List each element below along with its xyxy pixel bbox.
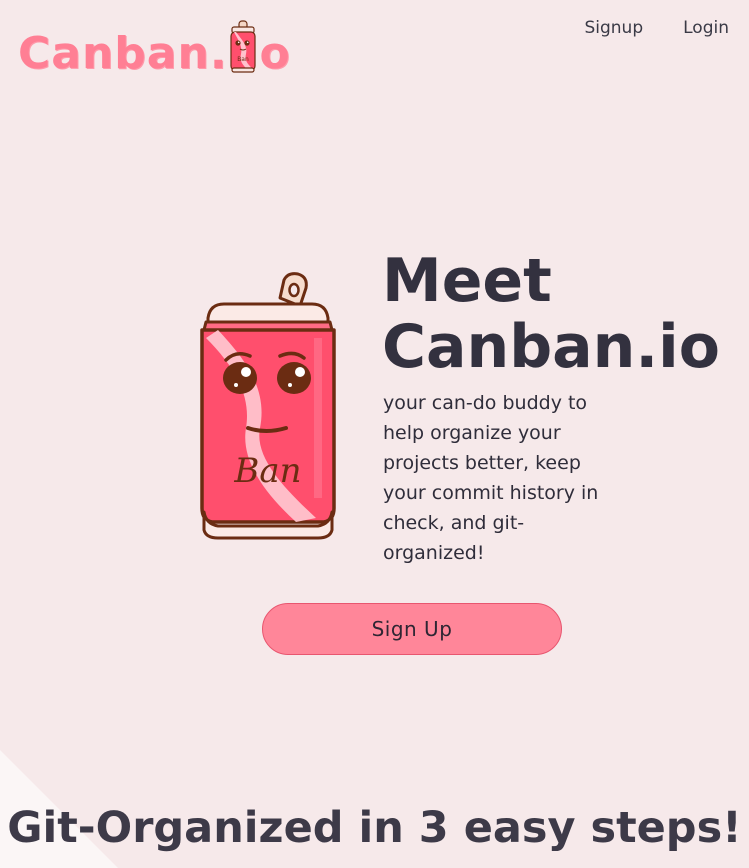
soda-can-logo-icon: Ban bbox=[229, 20, 256, 73]
hero-title-line1: Meet bbox=[382, 246, 552, 316]
nav-login-link[interactable]: Login bbox=[683, 16, 729, 40]
nav-signup-link[interactable]: Signup bbox=[584, 16, 643, 40]
logo-text-o: o bbox=[259, 28, 291, 79]
logo-text-canban: Canban. bbox=[18, 28, 228, 79]
hero-description: your can-do buddy to help organize your … bbox=[383, 392, 599, 564]
site-logo[interactable]: Canban. Ban o bbox=[18, 18, 291, 76]
hero-title: Meet Canban.io bbox=[382, 248, 720, 380]
top-nav: Signup Login bbox=[584, 16, 729, 40]
steps-heading: Git-Organized in 3 easy steps! bbox=[7, 803, 742, 853]
svg-text:Ban: Ban bbox=[237, 56, 249, 63]
signup-button[interactable]: Sign Up bbox=[262, 603, 562, 655]
can-label-text: Ban bbox=[233, 451, 301, 491]
soda-can-mascot-illustration: Ban bbox=[200, 272, 336, 540]
hero-title-line2: Canban.io bbox=[382, 312, 720, 382]
